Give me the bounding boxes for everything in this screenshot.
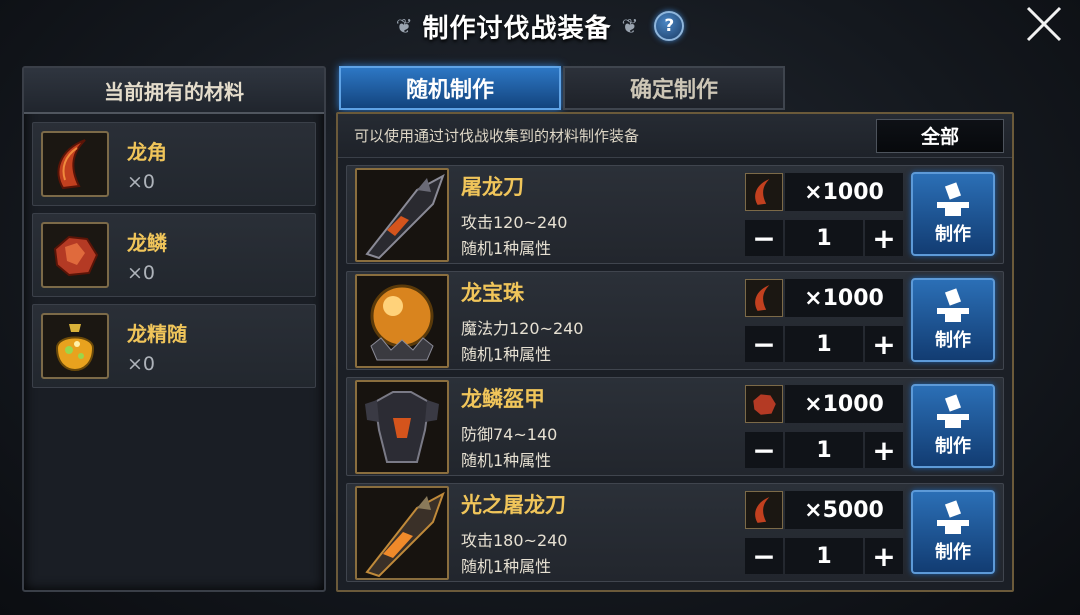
- dragon-scale-icon: [745, 385, 783, 423]
- quantity-increase-button[interactable]: +: [865, 220, 903, 256]
- quantity-increase-button[interactable]: +: [865, 326, 903, 362]
- quantity-decrease-button[interactable]: −: [745, 326, 783, 362]
- materials-panel: 当前拥有的材料 龙角 ×0 龙鳞 ×0 龙精随 ×0: [22, 66, 326, 592]
- equipment-stat: 魔法力120~240: [461, 318, 584, 338]
- dragon-scale-icon: [41, 222, 109, 288]
- equipment-name: 龙鳞盔甲: [461, 386, 545, 411]
- equipment-stat: 攻击120~240: [461, 212, 568, 232]
- tab-random-craft[interactable]: 随机制作: [339, 66, 561, 110]
- material-cost: ×1000: [785, 385, 903, 423]
- quantity-decrease-button[interactable]: −: [745, 432, 783, 468]
- equipment-attribute: 随机1种属性: [461, 238, 552, 258]
- quantity-increase-button[interactable]: +: [865, 432, 903, 468]
- recipe-row: 龙鳞盔甲 防御74~140 随机1种属性 ×1000 − 1 + 制作: [346, 377, 1004, 476]
- info-text: 可以使用通过讨伐战收集到的材料制作装备: [354, 127, 640, 145]
- dragon-horn-icon: [745, 491, 783, 529]
- material-count: ×0: [127, 170, 156, 193]
- quantity-decrease-button[interactable]: −: [745, 538, 783, 574]
- quantity-value: 1: [785, 432, 863, 468]
- craft-button[interactable]: 制作: [911, 172, 995, 256]
- equipment-attribute: 随机1种属性: [461, 344, 552, 364]
- material-row: 龙精随 ×0: [32, 304, 316, 388]
- recipe-row: 屠龙刀 攻击120~240 随机1种属性 ×1000 − 1 + 制作: [346, 165, 1004, 264]
- material-name: 龙鳞: [127, 230, 167, 255]
- title-ornament-left-icon: ❦: [395, 14, 413, 38]
- material-cost: ×1000: [785, 279, 903, 317]
- dragon-horn-icon: [41, 131, 109, 197]
- info-bar: 可以使用通过讨伐战收集到的材料制作装备 全部: [338, 114, 1012, 158]
- craft-button[interactable]: 制作: [911, 490, 995, 574]
- quantity-increase-button[interactable]: +: [865, 538, 903, 574]
- anvil-hammer-icon: [937, 288, 969, 322]
- recipe-row: 光之屠龙刀 攻击180~240 随机1种属性 ×5000 − 1 + 制作: [346, 483, 1004, 582]
- page-title: 制作讨伐战装备: [422, 13, 612, 44]
- material-name: 龙精随: [127, 321, 187, 346]
- help-button[interactable]: ?: [654, 11, 685, 41]
- equipment-name: 光之屠龙刀: [461, 492, 566, 517]
- quantity-decrease-button[interactable]: −: [745, 220, 783, 256]
- equipment-attribute: 随机1种属性: [461, 556, 552, 576]
- close-button[interactable]: [1020, 2, 1068, 46]
- armor-icon: [355, 379, 449, 474]
- tab-fixed-craft[interactable]: 确定制作: [563, 66, 785, 110]
- material-row: 龙角 ×0: [32, 122, 316, 206]
- craft-label: 制作: [935, 330, 971, 351]
- craft-label: 制作: [935, 436, 971, 457]
- dragon-essence-icon: [41, 313, 109, 379]
- anvil-hammer-icon: [937, 500, 969, 534]
- equipment-stat: 防御74~140: [461, 424, 558, 444]
- material-cost: ×5000: [785, 491, 903, 529]
- filter-all-button[interactable]: 全部: [876, 118, 1004, 153]
- orb-icon: [355, 273, 449, 368]
- craft-label: 制作: [935, 542, 971, 563]
- quantity-value: 1: [785, 326, 863, 362]
- material-count: ×0: [127, 261, 156, 284]
- materials-header: 当前拥有的材料: [24, 68, 324, 114]
- title-ornament-right-icon: ❦: [621, 14, 639, 38]
- anvil-hammer-icon: [937, 182, 969, 216]
- material-row: 龙鳞 ×0: [32, 213, 316, 297]
- material-count: ×0: [127, 352, 156, 375]
- dragon-horn-icon: [745, 173, 783, 211]
- equipment-name: 屠龙刀: [461, 174, 524, 199]
- craft-button[interactable]: 制作: [911, 278, 995, 362]
- craft-panel: 可以使用通过讨伐战收集到的材料制作装备 全部 屠龙刀 攻击120~240 随机1…: [336, 112, 1014, 592]
- title-bar: ❦ 制作讨伐战装备 ❦ ?: [0, 0, 1080, 52]
- light-blade-icon: [355, 485, 449, 580]
- equipment-stat: 攻击180~240: [461, 530, 568, 550]
- materials-list: 龙角 ×0 龙鳞 ×0 龙精随 ×0: [24, 114, 324, 403]
- equipment-name: 龙宝珠: [461, 280, 524, 305]
- close-icon: [1026, 6, 1062, 42]
- recipe-row: 龙宝珠 魔法力120~240 随机1种属性 ×1000 − 1 + 制作: [346, 271, 1004, 370]
- quantity-value: 1: [785, 538, 863, 574]
- dragon-horn-icon: [745, 279, 783, 317]
- recipe-list: 屠龙刀 攻击120~240 随机1种属性 ×1000 − 1 + 制作 龙宝珠 …: [338, 158, 1012, 596]
- blade-icon: [355, 167, 449, 262]
- craft-label: 制作: [935, 224, 971, 245]
- craft-button[interactable]: 制作: [911, 384, 995, 468]
- material-cost: ×1000: [785, 173, 903, 211]
- material-name: 龙角: [127, 139, 167, 164]
- equipment-attribute: 随机1种属性: [461, 450, 552, 470]
- quantity-value: 1: [785, 220, 863, 256]
- anvil-hammer-icon: [937, 394, 969, 428]
